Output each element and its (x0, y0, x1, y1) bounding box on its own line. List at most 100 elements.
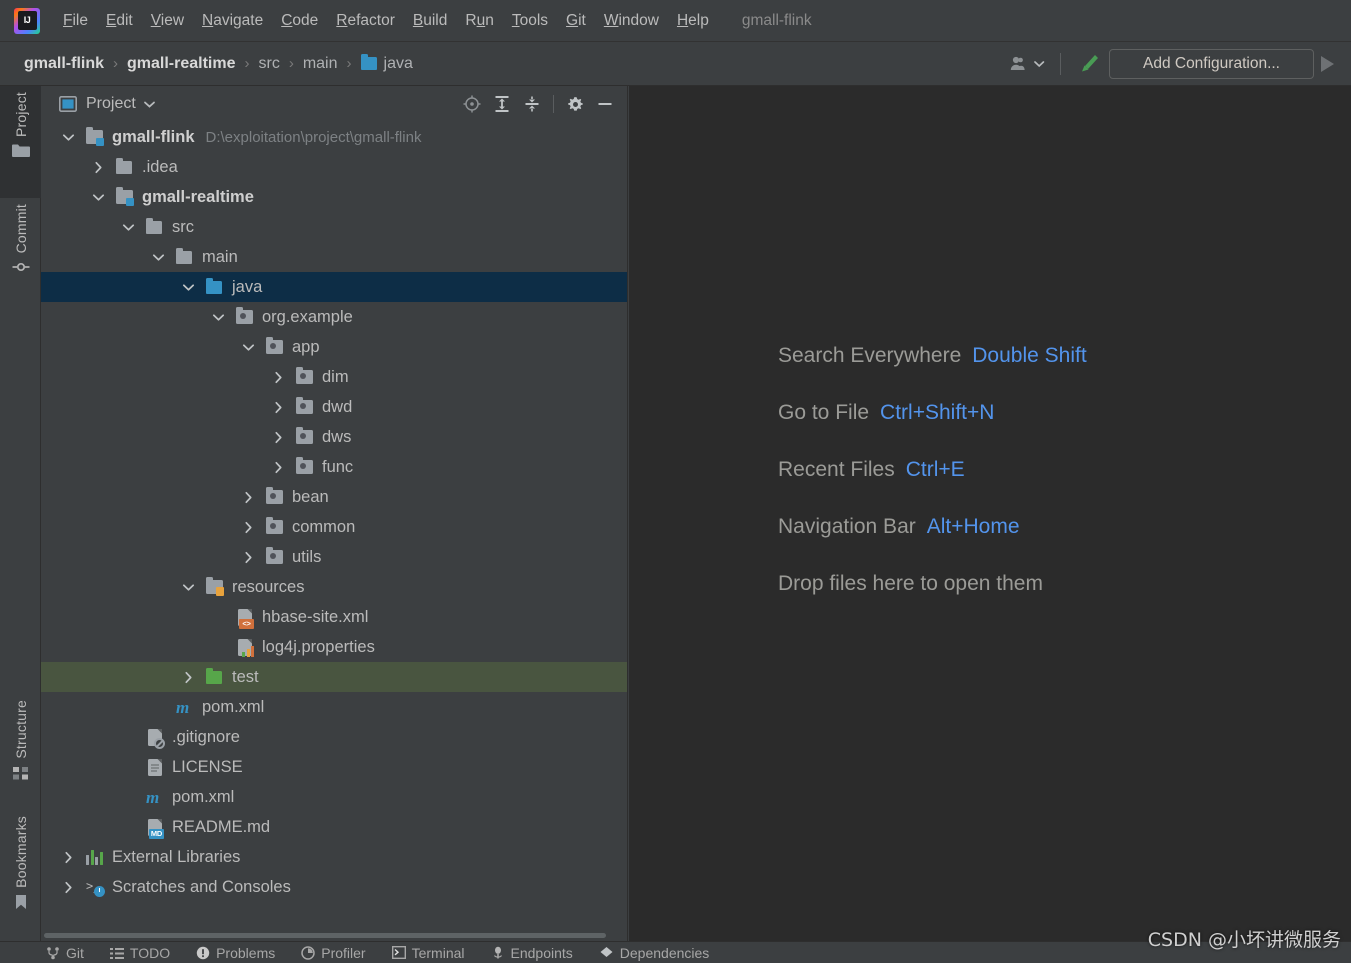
tree-node-license[interactable]: LICENSE (41, 752, 627, 782)
tree-node-icon (266, 337, 284, 356)
tree-node-func[interactable]: func (41, 452, 627, 482)
sidebar-item-project[interactable]: Project (0, 86, 41, 198)
hide-panel-button[interactable] (591, 90, 619, 118)
menu-item-tools[interactable]: Tools (503, 9, 557, 33)
chevron-right-icon[interactable] (239, 488, 257, 506)
chevron-right-icon[interactable] (89, 158, 107, 176)
menu-item-refactor[interactable]: Refactor (327, 9, 404, 33)
tree-node-main[interactable]: main (41, 242, 627, 272)
tree-node-dws[interactable]: dws (41, 422, 627, 452)
tree-node-utils[interactable]: utils (41, 542, 627, 572)
tree-node-gitignore[interactable]: .gitignore (41, 722, 627, 752)
chevron-right-icon[interactable] (59, 848, 77, 866)
run-button[interactable] (1314, 49, 1341, 79)
bottom-bar-item-git[interactable]: Git (46, 945, 84, 961)
xml-file-icon: <> (238, 608, 254, 629)
bottom-bar-item-profiler[interactable]: Profiler (301, 945, 366, 961)
sidebar-item-structure[interactable]: Structure (0, 694, 41, 810)
chevron-down-icon[interactable] (179, 578, 197, 596)
menu-item-run[interactable]: Run (456, 9, 502, 33)
bottom-bar-item-endpoints[interactable]: Endpoints (491, 945, 573, 961)
chevron-down-icon[interactable] (89, 188, 107, 206)
tree-node-src[interactable]: src (41, 212, 627, 242)
chevron-down-icon[interactable] (179, 278, 197, 296)
tree-node-resources[interactable]: resources (41, 572, 627, 602)
tree-node-label: dim (322, 367, 349, 386)
tree-node-log4j-properties[interactable]: log4j.properties (41, 632, 627, 662)
bottom-bar-item-todo[interactable]: TODO (109, 945, 170, 961)
tree-node-bean[interactable]: bean (41, 482, 627, 512)
stripe-label-bookmarks: Bookmarks (12, 816, 29, 888)
chevron-right-icon[interactable] (239, 548, 257, 566)
breadcrumb-item-gmall-flink[interactable]: gmall-flink (22, 54, 106, 74)
breadcrumb-item-gmall-realtime[interactable]: gmall-realtime (125, 54, 237, 74)
menu-item-build[interactable]: Build (404, 9, 456, 33)
tree-node-scratches-and-consoles[interactable]: >_ Scratches and Consoles (41, 872, 627, 902)
menu-item-git[interactable]: Git (557, 9, 595, 33)
breadcrumb-item-java[interactable]: java (359, 54, 415, 74)
menu-item-code[interactable]: Code (272, 9, 327, 33)
tree-node-readme-md[interactable]: MD README.md (41, 812, 627, 842)
tree-node-pom-xml[interactable]: m pom.xml (41, 782, 627, 812)
chevron-right-icon[interactable] (179, 668, 197, 686)
tree-node-dwd[interactable]: dwd (41, 392, 627, 422)
breadcrumb-label: main (302, 54, 338, 72)
breadcrumb-item-main[interactable]: main (301, 54, 340, 74)
chevron-down-icon[interactable] (59, 128, 77, 146)
collapse-all-button[interactable] (518, 90, 546, 118)
chevron-right-icon[interactable] (239, 518, 257, 536)
tree-node-label: org.example (262, 307, 353, 326)
tree-node-hbase-site-xml[interactable]: <> hbase-site.xml (41, 602, 627, 632)
tree-node-gmall-realtime[interactable]: gmall-realtime (41, 182, 627, 212)
sidebar-item-bookmarks[interactable]: Bookmarks (0, 810, 41, 936)
tree-node-pom-xml[interactable]: m pom.xml (41, 692, 627, 722)
tree-node-dim[interactable]: dim (41, 362, 627, 392)
tree-node-external-libraries[interactable]: External Libraries (41, 842, 627, 872)
resources-folder-icon (206, 577, 224, 596)
user-account-button[interactable] (1003, 49, 1052, 79)
bottom-bar-item-label: Git (66, 944, 84, 961)
project-panel-toolbar (458, 90, 619, 118)
menu-item-window[interactable]: Window (595, 9, 668, 33)
project-tree: gmall-flink D:\exploitation\project\gmall… (41, 122, 627, 902)
tree-node-java[interactable]: java (41, 272, 627, 302)
build-project-button[interactable] (1069, 49, 1109, 79)
menu-item-navigate[interactable]: Navigate (193, 9, 272, 33)
menu-item-view[interactable]: View (142, 9, 193, 33)
tree-node-org-example[interactable]: org.example (41, 302, 627, 332)
dependencies-icon (599, 946, 614, 959)
chevron-down-icon[interactable] (119, 218, 137, 236)
tree-node-gmall-flink[interactable]: gmall-flink D:\exploitation\project\gmall… (41, 122, 627, 152)
tree-node-app[interactable]: app (41, 332, 627, 362)
chevron-right-icon[interactable] (59, 878, 77, 896)
chevron-right-icon[interactable] (269, 458, 287, 476)
add-configuration-button[interactable]: Add Configuration... (1109, 48, 1314, 79)
tree-node-icon (176, 247, 194, 266)
project-tree-horizontal-scrollbar[interactable] (44, 933, 606, 938)
settings-button[interactable] (561, 90, 589, 118)
menu-item-help[interactable]: Help (668, 9, 718, 33)
maven-file-icon: m (176, 697, 190, 717)
breadcrumb-item-src[interactable]: src (257, 54, 282, 74)
chevron-right-icon[interactable] (269, 428, 287, 446)
tree-node-common[interactable]: common (41, 512, 627, 542)
chevron-down-icon[interactable] (239, 338, 257, 356)
select-opened-file-button[interactable] (458, 90, 486, 118)
menu-item-file[interactable]: File (54, 9, 97, 33)
chevron-right-icon[interactable] (269, 398, 287, 416)
tree-node-icon: >_ (86, 878, 105, 897)
bottom-bar-item-dependencies[interactable]: Dependencies (599, 945, 709, 961)
tree-node-test[interactable]: test (41, 662, 627, 692)
sidebar-item-commit[interactable]: Commit (0, 198, 41, 306)
chevron-down-icon (1034, 60, 1045, 67)
chevron-down-icon[interactable] (149, 248, 167, 266)
chevron-down-icon[interactable] (209, 308, 227, 326)
expand-all-button[interactable] (488, 90, 516, 118)
bottom-bar-item-terminal[interactable]: Terminal (391, 945, 465, 961)
bottom-bar-item-problems[interactable]: Problems (196, 945, 275, 961)
chevron-down-icon[interactable] (143, 100, 156, 109)
tree-node-idea[interactable]: .idea (41, 152, 627, 182)
menu-item-edit[interactable]: Edit (97, 9, 142, 33)
chevron-right-icon[interactable] (269, 368, 287, 386)
tree-node-icon: <> (236, 608, 254, 629)
